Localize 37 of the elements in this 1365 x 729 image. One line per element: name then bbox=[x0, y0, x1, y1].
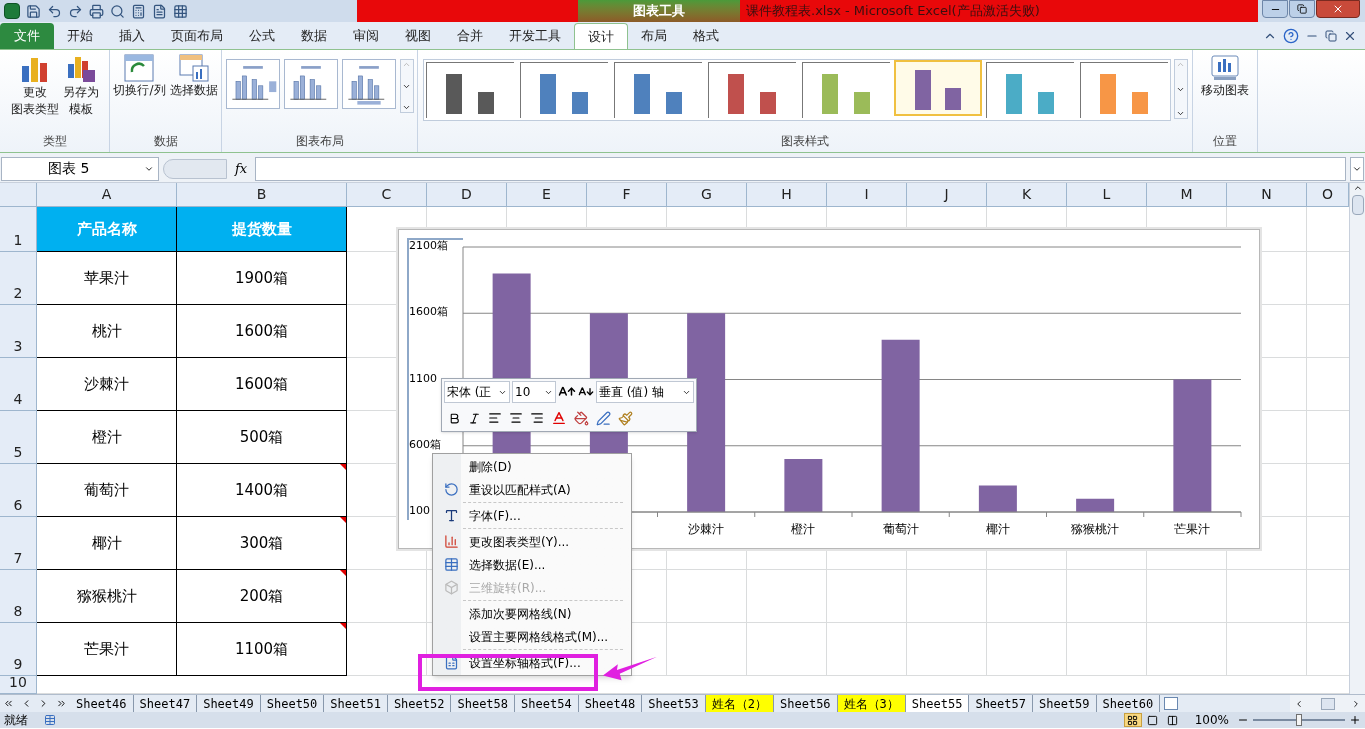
axis-label: 沙棘汁 bbox=[688, 522, 725, 536]
header-cell: 提货数量 bbox=[177, 207, 347, 252]
table-cell: 沙棘汁 bbox=[37, 358, 177, 411]
axis-label: 猕猴桃汁 bbox=[1071, 522, 1120, 536]
table-cell: 1900箱 bbox=[177, 252, 347, 305]
table-cell: 椰汁 bbox=[37, 517, 177, 570]
table-cell: 苹果汁 bbox=[37, 252, 177, 305]
header-cell: 产品名称 bbox=[37, 207, 177, 252]
group-label: 图表样式 bbox=[780, 133, 830, 150]
table-cell: 300箱 bbox=[177, 517, 347, 570]
axis-label: 1600箱 bbox=[409, 305, 448, 319]
group-label: 位置 bbox=[1212, 133, 1238, 150]
table-cell: 1100箱 bbox=[177, 623, 347, 676]
axis-label: 600箱 bbox=[409, 437, 441, 451]
table-cell: 橙汁 bbox=[37, 411, 177, 464]
status-text: 就绪 bbox=[4, 712, 28, 729]
table-cell: 猕猴桃汁 bbox=[37, 570, 177, 623]
context-tab-group: 图表工具 bbox=[578, 0, 740, 22]
table-cell: 葡萄汁 bbox=[37, 464, 177, 517]
table-cell: 1400箱 bbox=[177, 464, 347, 517]
group-label: 图表布局 bbox=[294, 133, 345, 150]
axis-label: 100 bbox=[409, 504, 430, 517]
table-cell: 芒果汁 bbox=[37, 623, 177, 676]
table-cell: 200箱 bbox=[177, 570, 347, 623]
axis-label: 葡萄汁 bbox=[882, 522, 919, 536]
table-cell: 1600箱 bbox=[177, 358, 347, 411]
group-label: 数据 bbox=[152, 133, 179, 150]
window-title: 课件教程表.xlsx - Microsoft Excel(产品激活失败) bbox=[746, 2, 1040, 21]
group-label: 类型 bbox=[41, 133, 68, 150]
axis-label: 橙汁 bbox=[791, 522, 816, 536]
axis-label: 椰汁 bbox=[985, 522, 1010, 536]
table-cell: 500箱 bbox=[177, 411, 347, 464]
table-cell: 桃汁 bbox=[37, 305, 177, 358]
axis-label: 芒果汁 bbox=[1174, 522, 1211, 536]
table-cell: 1600箱 bbox=[177, 305, 347, 358]
axis-label: 1100 bbox=[409, 371, 437, 385]
axis-label: 2100箱 bbox=[409, 239, 448, 252]
